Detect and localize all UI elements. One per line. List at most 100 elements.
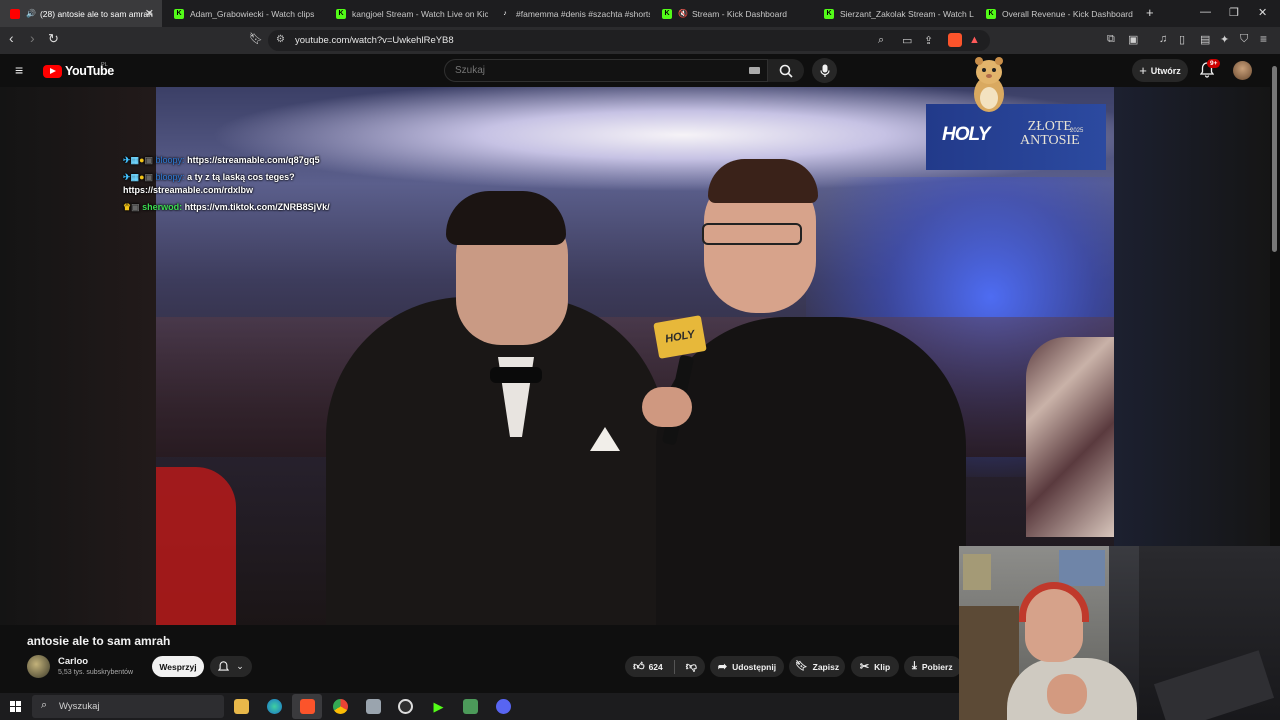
join-button[interactable]: Wesprzyj: [152, 656, 204, 677]
youtube-icon: [10, 8, 20, 19]
tab-kick-clips[interactable]: K Adam_Grabowiecki - Watch clips: [164, 0, 324, 27]
leo-ai-icon[interactable]: ✦: [1220, 33, 1229, 46]
close-icon[interactable]: ✕: [145, 7, 154, 20]
minimize-icon[interactable]: —: [1200, 6, 1211, 18]
hamburger-menu-icon[interactable]: ≡: [15, 62, 23, 78]
voice-search-button[interactable]: [812, 58, 837, 83]
chat-message-continuation: https://streamable.com/rdxlbw: [123, 185, 253, 195]
chevron-down-icon: ⌄: [236, 661, 244, 671]
file-explorer-icon[interactable]: [234, 699, 249, 714]
crown-icon: ♛: [123, 202, 132, 212]
tab-youtube-active[interactable]: 🔊 (28) antosie ale to sam amrah ✕: [0, 0, 162, 27]
download-button[interactable]: ⤓ Pobierz: [904, 656, 962, 677]
url-text[interactable]: youtube.com/watch?v=UwkehlReYB8: [295, 35, 454, 46]
forward-icon[interactable]: ›: [30, 30, 35, 46]
tab-kick-sierzant[interactable]: K Sierzant_Zakolak Stream - Watch Live: [814, 0, 974, 27]
brave-icon[interactable]: [300, 699, 315, 714]
back-icon[interactable]: ‹: [9, 30, 14, 46]
save-button[interactable]: 🔖︎ Zapisz: [789, 656, 845, 677]
search-icon: [779, 64, 793, 78]
share-icon[interactable]: ⇪: [924, 34, 933, 47]
app-icon[interactable]: [366, 699, 381, 714]
chat-username: bloopy:: [155, 155, 185, 165]
tab-kick-dashboard[interactable]: K 🔇 Stream - Kick Dashboard: [652, 0, 812, 27]
red-dress-blur: [156, 467, 236, 625]
notifications-badge: 9+: [1207, 59, 1221, 68]
video-title: antosie ale to sam amrah: [27, 634, 171, 648]
youtube-header: ≡ YouTube PL + Utwórz 9+: [0, 54, 1280, 87]
event-logo-overlay: HOLY ZŁOTE ANTOSIE 2025: [926, 104, 1106, 170]
event-title-line2: ANTOSIE: [1020, 133, 1080, 148]
like-button[interactable]: 👍︎ 624: [633, 660, 663, 673]
video-ambient-right: [1114, 87, 1270, 547]
kick-app-icon[interactable]: ▶: [431, 699, 446, 714]
obs-icon[interactable]: [398, 699, 413, 714]
channel-name[interactable]: Carloo: [58, 656, 88, 667]
address-bar[interactable]: ⚙︎ youtube.com/watch?v=UwkehlReYB8 ⌕ ▭ ⇪…: [268, 30, 990, 51]
patterned-jacket-person: [1026, 337, 1114, 537]
tab-kick-kangjoel[interactable]: K kangjoel Stream - Watch Live on Kick: [326, 0, 488, 27]
kick-icon: K: [174, 8, 184, 19]
extensions-icon[interactable]: ⧉: [1107, 33, 1115, 46]
search-button[interactable]: [768, 59, 804, 82]
guest-glasses: [702, 223, 802, 245]
like-count: 624: [648, 661, 663, 672]
brave-rewards-icon[interactable]: ▲: [969, 34, 980, 46]
sidebar-icon[interactable]: ▯: [1179, 33, 1185, 46]
media-icon[interactable]: ♫: [1159, 33, 1167, 45]
chat-text: https://streamable.com/rdxlbw: [123, 185, 254, 195]
site-settings-icon[interactable]: ⚙︎: [276, 34, 285, 45]
keyboard-icon[interactable]: [749, 67, 760, 74]
brave-shield-icon[interactable]: [948, 33, 962, 47]
new-tab-icon[interactable]: +: [1146, 5, 1154, 20]
event-title: ZŁOTE ANTOSIE: [1020, 120, 1080, 148]
cast-icon[interactable]: ▭: [902, 34, 912, 47]
windows-start-icon[interactable]: [10, 701, 21, 712]
tiktok-icon: ♪: [503, 10, 507, 17]
tab-tiktok[interactable]: ♪ #famemma #denis #szachta #shorts: [490, 0, 650, 27]
download-icon: ⤓: [912, 660, 917, 672]
badge-icon: ✈: [123, 155, 131, 165]
bell-icon: [218, 660, 230, 671]
wallet-icon[interactable]: ▤: [1200, 33, 1210, 46]
vpn-icon[interactable]: ⛉: [1240, 33, 1248, 46]
taskbar-search[interactable]: ⌕ Wyszukaj: [32, 695, 224, 718]
share-button[interactable]: ➦ Udostępnij: [710, 656, 784, 677]
guest-hair: [708, 159, 818, 203]
page-scrollbar[interactable]: [1272, 66, 1277, 252]
kick-icon: K: [336, 8, 346, 19]
account-avatar[interactable]: [1233, 61, 1252, 80]
reload-icon[interactable]: ↻: [48, 31, 59, 47]
edge-icon[interactable]: [267, 699, 282, 714]
browser-toolbar: ‹ › ↻ 🔖︎ ⚙︎ youtube.com/watch?v=UwkehlRe…: [0, 27, 1280, 54]
search-input[interactable]: [455, 65, 735, 76]
chrome-icon[interactable]: [333, 699, 348, 714]
tab-label: #famemma #denis #szachta #shorts: [516, 8, 650, 19]
host-hair: [446, 191, 566, 245]
tab-kick-revenue[interactable]: K Overall Revenue - Kick Dashboard: [976, 0, 1136, 27]
clip-button[interactable]: ✂ Klip: [851, 656, 899, 677]
chat-username: sherwod:: [142, 202, 183, 212]
chat-text: a ty z tą laską cos teges?: [187, 172, 295, 182]
bookmark-icon[interactable]: 🔖︎: [249, 32, 263, 45]
window-close-icon[interactable]: ✕: [1258, 6, 1267, 19]
video-ambient-left: [0, 87, 156, 625]
zoom-icon[interactable]: ⌕: [878, 34, 884, 47]
discord-icon[interactable]: [496, 699, 511, 714]
tab-label: Overall Revenue - Kick Dashboard: [1002, 8, 1133, 19]
search-box[interactable]: [444, 59, 768, 82]
poster: [1059, 550, 1105, 586]
create-button[interactable]: + Utwórz: [1132, 59, 1188, 82]
host-suit: [326, 297, 666, 625]
thumbs-down-icon[interactable]: 👎︎: [686, 660, 697, 673]
chat-text: https://vm.tiktok.com/ZNRB8SjVk/: [184, 202, 330, 212]
restore-icon[interactable]: ❐: [1229, 6, 1239, 19]
brand-logo-text: HOLY: [942, 124, 990, 145]
app-icon[interactable]: [463, 699, 478, 714]
menu-icon[interactable]: ≡: [1260, 32, 1267, 46]
subscription-bell-button[interactable]: ⌄: [210, 656, 252, 677]
like-dislike-group: 👍︎ 624 👎︎: [625, 656, 705, 677]
screenshot-icon[interactable]: ▣: [1128, 33, 1138, 46]
channel-avatar[interactable]: [27, 655, 50, 678]
share-arrow-icon: ➦: [717, 661, 728, 673]
